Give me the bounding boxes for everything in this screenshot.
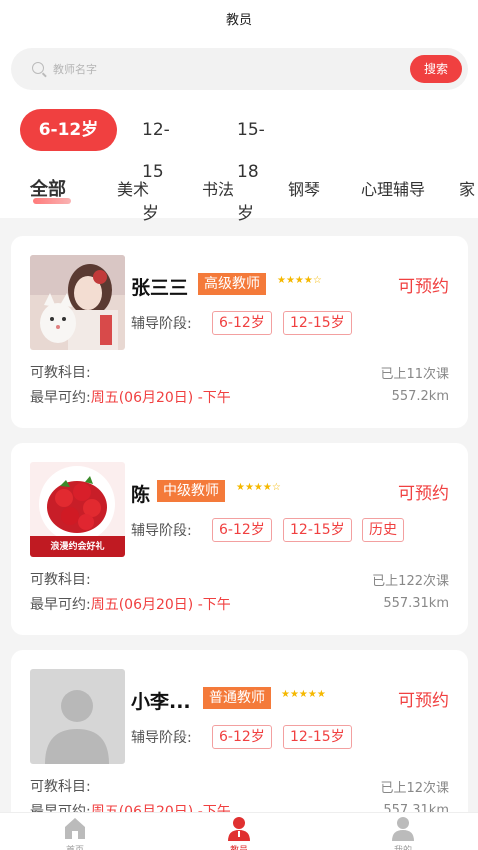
lesson-count: 已上11次课 <box>380 367 449 382</box>
stage-label: 辅导阶段: <box>131 316 192 332</box>
category-tab-all[interactable]: 全部 <box>30 175 66 201</box>
header: 教员 搜索 6-12岁 12-15岁 15-18岁 全部 美术 书法 钢琴 心理… <box>0 0 478 224</box>
teacher-level-badge: 普通教师 <box>203 687 271 709</box>
available-status[interactable]: 可预约 <box>398 272 449 297</box>
stage-tag: 6-12岁 <box>212 311 272 335</box>
teacher-name: 陈 <box>131 484 151 506</box>
subjects-label: 可教科目: <box>30 779 91 795</box>
stage-tag: 历史 <box>362 518 404 542</box>
distance: 557.2km <box>391 389 449 404</box>
teacher-name: 小李... <box>131 691 191 713</box>
stage-tag: 12-15岁 <box>283 518 352 542</box>
page-title: 教员 <box>225 13 252 28</box>
available-status[interactable]: 可预约 <box>398 686 449 711</box>
category-tabs: 全部 美术 书法 钢琴 心理辅导 家 <box>0 170 478 210</box>
age-tab-12-15[interactable]: 12-15岁 <box>142 109 170 224</box>
rating-stars: ★★★★☆ <box>277 275 322 286</box>
teacher-icon <box>228 817 250 841</box>
teacher-name: 张三三 <box>131 277 189 299</box>
earliest-label: 最早可约: <box>30 597 91 613</box>
category-tab-piano[interactable]: 钢琴 <box>288 176 320 200</box>
earliest-date: 周五(06月20日) -下午 <box>90 597 231 613</box>
teacher-card[interactable]: 浪漫约会好礼 陈 中级教师 ★★★★☆ 可预约 辅导阶段: 6-12岁 12-1… <box>11 443 468 635</box>
available-status[interactable]: 可预约 <box>398 479 449 504</box>
teacher-level-badge: 高级教师 <box>198 273 266 295</box>
search-button[interactable]: 搜索 <box>410 55 462 83</box>
stage-tag: 6-12岁 <box>212 518 272 542</box>
nav-teacher[interactable]: 教员 <box>204 813 274 850</box>
teacher-avatar <box>30 669 125 764</box>
rating-stars: ★★★★★ <box>281 689 326 700</box>
nav-label: 我的 <box>368 843 438 850</box>
earliest-row: 最早可约:周五(06月20日) -下午 <box>30 594 231 614</box>
stage-tag: 6-12岁 <box>212 725 272 749</box>
age-tab-15-18[interactable]: 15-18岁 <box>237 109 265 224</box>
distance: 557.31km <box>383 596 449 611</box>
category-tab-counseling[interactable]: 心理辅导 <box>361 176 425 200</box>
category-tab-calligraphy[interactable]: 书法 <box>202 176 234 200</box>
stage-label: 辅导阶段: <box>131 523 192 539</box>
profile-icon <box>392 817 414 841</box>
lesson-count: 已上122次课 <box>372 574 449 589</box>
earliest-row: 最早可约:周五(06月20日) -下午 <box>30 387 231 407</box>
teacher-avatar: 浪漫约会好礼 <box>30 462 125 557</box>
lesson-count: 已上12次课 <box>380 781 449 796</box>
avatar-caption: 浪漫约会好礼 <box>50 542 105 552</box>
age-tab-6-12[interactable]: 6-12岁 <box>20 109 117 151</box>
stage-tag: 12-15岁 <box>283 725 352 749</box>
bottom-nav: 首页 教员 我的 <box>0 812 478 850</box>
teacher-level-badge: 中级教师 <box>157 480 225 502</box>
home-icon <box>65 818 85 839</box>
search-bar: 搜索 <box>11 48 468 90</box>
teacher-card[interactable]: 张三三 高级教师 ★★★★☆ 可预约 辅导阶段: 6-12岁 12-15岁 可教… <box>11 236 468 428</box>
category-tab-more[interactable]: 家 <box>459 176 475 200</box>
earliest-date: 周五(06月20日) -下午 <box>90 390 231 406</box>
subjects-label: 可教科目: <box>30 365 91 381</box>
subjects-label: 可教科目: <box>30 572 91 588</box>
search-icon <box>32 62 44 74</box>
search-input[interactable] <box>53 59 393 79</box>
category-tab-art[interactable]: 美术 <box>117 176 149 200</box>
rating-stars: ★★★★☆ <box>236 482 281 493</box>
earliest-label: 最早可约: <box>30 390 91 406</box>
nav-label: 教员 <box>204 843 274 850</box>
nav-home[interactable]: 首页 <box>40 813 110 850</box>
stage-label: 辅导阶段: <box>131 730 192 746</box>
nav-profile[interactable]: 我的 <box>368 813 438 850</box>
nav-label: 首页 <box>40 843 110 850</box>
stage-tag: 12-15岁 <box>283 311 352 335</box>
teacher-avatar <box>30 255 125 350</box>
